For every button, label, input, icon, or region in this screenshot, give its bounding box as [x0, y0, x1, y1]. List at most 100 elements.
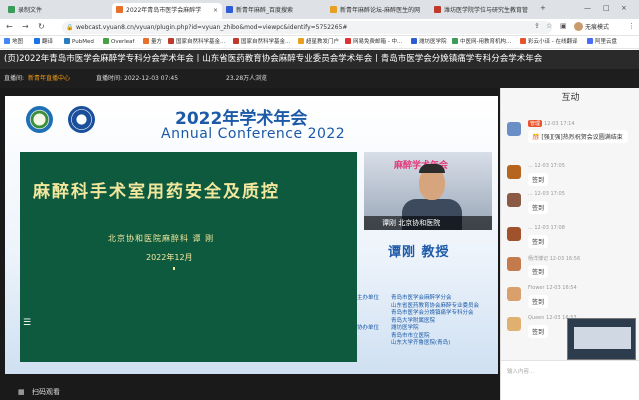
talk-date: 2022年12月: [146, 253, 193, 262]
time-value: 2022-12-03 07:45: [124, 75, 179, 82]
user-avatar: [507, 122, 521, 136]
avatar: [574, 22, 583, 31]
bookmark-item[interactable]: 阿里云盘: [587, 37, 617, 48]
host-label: 直播间:: [4, 75, 25, 82]
organizer-item: 青岛大学附属医院: [391, 317, 436, 324]
hospital-logo-icon: [26, 106, 53, 133]
chat-message: 管理 12-03 17:14 🎊 [强][强]热烈祝贺会议圆满结束: [501, 118, 639, 158]
bookmark-icon: [103, 38, 109, 44]
message-user: ...: [528, 225, 533, 231]
cohost-label: 协办单位: [357, 325, 380, 331]
message-time: 12-03 16:54: [546, 285, 577, 291]
user-avatar: [507, 165, 521, 179]
message-text: 签到: [528, 325, 549, 338]
forward-icon[interactable]: →: [22, 22, 29, 31]
organizer-item: 青岛市医学会麻醉学分会: [391, 295, 452, 301]
message-text: 签到: [528, 173, 549, 186]
profile-button[interactable]: 无痕模式: [574, 21, 609, 34]
user-avatar: [507, 193, 521, 207]
message-time: 12-03 16:56: [549, 256, 581, 262]
message-time: 12-03 17:05: [534, 163, 565, 169]
minimize-icon[interactable]: —: [584, 4, 591, 12]
message-text: 签到: [528, 201, 549, 214]
speaker-hair: [419, 164, 445, 173]
message-time: 12-03 17:05: [534, 191, 565, 197]
bookmark-icon: [411, 38, 417, 44]
bookmark-item[interactable]: 中医网-用教育机构...: [452, 37, 511, 48]
time-label: 直播时间:: [96, 75, 123, 82]
message-time: 12-03 17:14: [544, 121, 575, 127]
menu-dots-icon[interactable]: ⋮: [628, 22, 635, 30]
message-text: 签到: [528, 235, 549, 248]
url-input[interactable]: 🔒 webcast.vyuan8.cn/vyuan/plugin.php?id=v…: [62, 21, 552, 34]
speaker-name: 谭刚 教授: [388, 245, 450, 260]
extension-icon[interactable]: ▣: [560, 22, 567, 30]
bookmark-item[interactable]: 地图: [4, 37, 23, 48]
conference-title-en: Annual Conference 2022: [161, 126, 346, 142]
bookmark-item[interactable]: 国家自然科学基金...: [233, 37, 290, 48]
user-avatar: [507, 287, 521, 301]
mouse-cursor-icon: [173, 267, 175, 270]
talk-subtitle: 北京协和医院麻醉科 谭 刚: [108, 234, 215, 243]
view-count: 23.28万人浏览: [226, 75, 268, 82]
bookmark-item[interactable]: 潍坊医学院: [411, 37, 447, 48]
organizer-item: 山东省医药教育协会麻醉专业委员会: [391, 302, 480, 309]
scan-to-watch[interactable]: 扫码观看: [32, 384, 60, 400]
bookmark-icon: [233, 38, 239, 44]
bookmarks-bar: 地图 翻译 PubMed Overleaf 量方 国家自然科学基金... 国家自…: [0, 36, 639, 49]
close-tab-icon[interactable]: ×: [213, 3, 218, 19]
bookmark-icon: [520, 38, 526, 44]
browser-tab[interactable]: 新青年麻醉_百度搜索: [222, 3, 326, 19]
message-user: 杨洋博记: [528, 256, 549, 262]
panel-title: 互动: [561, 93, 580, 103]
browser-tab-active[interactable]: 2022年青岛市医学会麻醉学 ×: [112, 3, 222, 19]
bookmark-item[interactable]: 翻译: [34, 37, 53, 48]
bookmark-item[interactable]: 网易免费邮箱 - 中...: [345, 37, 402, 48]
bookmark-item[interactable]: 量方: [143, 37, 162, 48]
bookmark-item[interactable]: PubMed: [64, 37, 94, 48]
mini-slide: [574, 327, 631, 349]
organizer-item: 青岛市医学会分娩镇痛学专科分会: [391, 310, 474, 316]
browser-tab[interactable]: 新青年麻醉论坛-麻醉医生的网: [326, 3, 430, 19]
bookmark-icon: [4, 38, 10, 44]
player-controls: ▦ 扫码观看: [0, 384, 500, 400]
maximize-icon[interactable]: □: [603, 4, 610, 12]
message-text: 🎊 [强][强]热烈祝贺会议圆满结束: [528, 130, 628, 143]
bookmark-item[interactable]: 超星教发门户: [298, 37, 339, 48]
chat-input-placeholder: 输入内容...: [507, 369, 535, 375]
new-tab-button[interactable]: +: [540, 4, 546, 12]
close-window-icon[interactable]: ×: [621, 4, 627, 12]
back-icon[interactable]: ←: [6, 22, 13, 31]
talk-title: 麻醉科手术室用药安全及质控: [33, 182, 280, 202]
live-info-bar: 直播间: 新青年直播中心 直播时间: 2022-12-03 07:45 23.2…: [0, 69, 639, 88]
player-menu-icon[interactable]: ☰: [23, 318, 31, 328]
tab-favicon-icon: [330, 6, 337, 13]
mini-video-preview[interactable]: [567, 318, 636, 360]
message-user: ...: [528, 191, 533, 197]
share-icon[interactable]: ⇪: [534, 22, 540, 30]
bookmark-star-icon[interactable]: ☆: [546, 22, 552, 30]
tab-favicon-icon: [434, 6, 441, 13]
tab-favicon-icon: [116, 6, 123, 13]
chat-input[interactable]: 输入内容...: [501, 360, 639, 400]
reload-icon[interactable]: ↻: [38, 22, 45, 31]
bookmark-item[interactable]: 彩云小译 - 在线翻译: [520, 37, 577, 48]
bookmark-icon: [143, 38, 149, 44]
browser-tab[interactable]: 潍坊医学院学位与研究生教育管: [430, 3, 536, 19]
bookmark-item[interactable]: Overleaf: [103, 37, 134, 48]
bookmark-icon: [298, 38, 304, 44]
address-bar-row: ← → ↻ 🔒 webcast.vyuan8.cn/vyuan/plugin.ph…: [0, 19, 639, 36]
bookmark-item[interactable]: 国家自然科学基金...: [168, 37, 225, 48]
message-user: ...: [528, 163, 533, 169]
host-value[interactable]: 新青年直播中心: [28, 69, 70, 88]
tab-favicon-icon: [226, 6, 233, 13]
message-user: Queen: [528, 315, 545, 321]
bookmark-icon: [345, 38, 351, 44]
browser-tab[interactable]: 录制文件: [4, 3, 112, 19]
user-avatar: [507, 227, 521, 241]
organizer-item: 山东大学齐鲁医院(青岛): [391, 340, 451, 346]
camera-label: 谭刚 北京协和医院: [364, 216, 492, 230]
user-avatar: [507, 317, 521, 331]
qr-code-icon[interactable]: ▦: [18, 384, 25, 400]
lock-icon: 🔒: [66, 24, 74, 31]
